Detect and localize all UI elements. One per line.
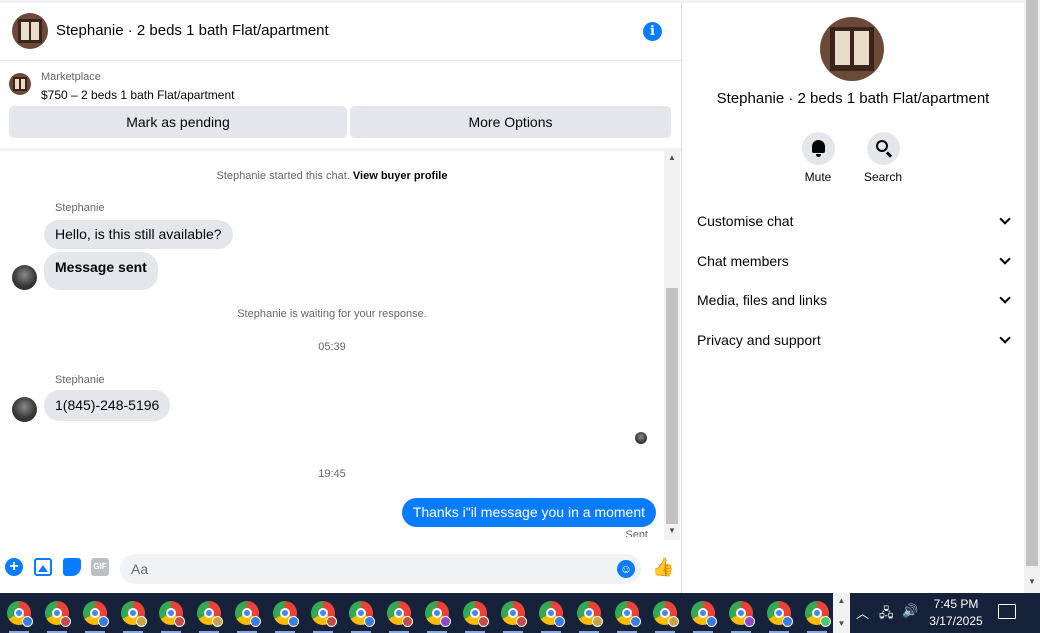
chevron-down-icon (999, 332, 1011, 344)
messenger-window: Stephanie · 2 beds 1 bath Flat/apartment… (0, 0, 1040, 593)
chrome-profile-icon[interactable] (119, 599, 147, 633)
marketplace-label: Marketplace (41, 71, 101, 83)
message-input[interactable]: Aa (120, 554, 641, 584)
chrome-profile-icon[interactable] (309, 599, 337, 633)
message-status: Sent (625, 529, 648, 537)
listing-price: $750 – 2 beds 1 bath Flat/apartment (41, 88, 235, 102)
marketplace-thumbnail (9, 73, 31, 95)
mute-label: Mute (804, 170, 832, 184)
chevron-down-icon (999, 213, 1011, 225)
search-label: Search (863, 170, 903, 184)
chrome-profile-icon[interactable] (537, 599, 565, 633)
chrome-profile-icon[interactable] (157, 599, 185, 633)
listing-avatar[interactable] (12, 13, 48, 49)
clock-time[interactable]: 7:45 PM (928, 597, 984, 611)
view-buyer-profile-link[interactable]: View buyer profile (353, 170, 448, 182)
thumbs-up-icon[interactable]: 👍 (652, 557, 674, 577)
chat-title[interactable]: Stephanie · 2 beds 1 bath Flat/apartment (56, 22, 329, 39)
chat-info-panel: Stephanie · 2 beds 1 bath Flat/apartment… (682, 3, 1024, 593)
notification-icon[interactable] (998, 604, 1016, 619)
mute-button[interactable]: Mute (798, 132, 838, 184)
network-icon[interactable]: 🖧 (879, 604, 894, 626)
chrome-profile-icon[interactable] (43, 599, 71, 633)
waiting-notice: Stephanie is waiting for your response. (237, 308, 427, 320)
chevron-down-icon (999, 253, 1011, 265)
chat-started-text: Stephanie started this chat. (216, 170, 350, 182)
menu-label: Chat members (697, 253, 789, 269)
menu-label: Media, files and links (697, 292, 827, 308)
timestamp: 05:39 (318, 341, 346, 353)
taskbar-scroller[interactable]: ▲ ▼ (833, 593, 850, 633)
plus-icon[interactable]: + (5, 558, 23, 576)
search-icon (875, 140, 888, 152)
incoming-message[interactable]: Message sent (44, 252, 158, 290)
seen-indicator-avatar (635, 432, 647, 444)
mark-as-pending-button[interactable]: Mark as pending (9, 106, 347, 138)
chrome-profile-icon[interactable] (651, 599, 679, 633)
menu-media-files-links[interactable]: Media, files and links (697, 292, 1011, 308)
chrome-profile-icon[interactable] (461, 599, 489, 633)
chat-column: Stephanie · 2 beds 1 bath Flat/apartment… (0, 3, 681, 593)
sender-name: Stephanie (55, 374, 105, 386)
menu-customise-chat[interactable]: Customise chat (697, 213, 1011, 229)
sender-avatar[interactable] (12, 397, 37, 422)
image-icon[interactable] (34, 558, 52, 576)
chrome-profile-icon[interactable] (271, 599, 299, 633)
bell-icon (811, 140, 825, 157)
panel-title: Stephanie · 2 beds 1 bath Flat/apartment (716, 90, 990, 107)
chrome-profile-icon[interactable] (689, 599, 717, 633)
timestamp: 19:45 (318, 468, 346, 480)
message-list: Stephanie started this chat. View buyer … (0, 151, 664, 537)
clock-date[interactable]: 3/17/2025 (928, 614, 984, 628)
chevron-down-icon[interactable]: ▼ (833, 619, 850, 628)
more-options-button[interactable]: More Options (350, 106, 671, 138)
chrome-profile-icon[interactable] (347, 599, 375, 633)
tray-expand-icon[interactable]: ︿ (856, 603, 869, 622)
chrome-profile-icon[interactable] (385, 599, 413, 633)
scroll-up-icon[interactable]: ▲ (664, 151, 680, 165)
chrome-profile-icon[interactable] (727, 599, 755, 633)
chrome-profile-icon[interactable] (765, 599, 793, 633)
incoming-message[interactable]: Hello, is this still available? (44, 220, 233, 249)
taskbar: ▲ ▼ ︿ 🖧 🔊 7:45 PM 3/17/2025 (0, 593, 1040, 633)
sender-name: Stephanie (55, 202, 105, 214)
page-scrollbar-thumb[interactable] (1026, 0, 1038, 566)
menu-chat-members[interactable]: Chat members (697, 253, 1011, 269)
menu-label: Customise chat (697, 213, 794, 229)
page-scroll-down-icon[interactable]: ▼ (1024, 577, 1040, 591)
chrome-profile-icon[interactable] (5, 599, 33, 633)
volume-icon[interactable]: 🔊 (902, 603, 918, 619)
scroll-down-icon[interactable]: ▼ (664, 524, 680, 538)
info-icon[interactable]: i (643, 22, 662, 41)
chat-started-notice: Stephanie started this chat. View buyer … (0, 170, 664, 182)
chrome-profile-icon[interactable] (803, 599, 831, 633)
menu-label: Privacy and support (697, 332, 821, 348)
search-button[interactable]: Search (863, 132, 903, 184)
chrome-profile-icon[interactable] (195, 599, 223, 633)
outgoing-message[interactable]: Thanks i"il message you in a moment (401, 498, 656, 527)
chrome-profile-icon[interactable] (233, 599, 261, 633)
marketplace-listing[interactable]: Marketplace $750 – 2 beds 1 bath Flat/ap… (0, 61, 681, 109)
sticker-icon[interactable] (63, 558, 81, 576)
incoming-message[interactable]: 1(845)-248-5196 (44, 390, 171, 421)
composer: + GIF Aa ☺ 👍 (0, 548, 681, 593)
panel-avatar[interactable] (820, 17, 884, 81)
chrome-profile-icon[interactable] (499, 599, 527, 633)
menu-privacy-support[interactable]: Privacy and support (697, 332, 1011, 348)
chat-scrollbar-thumb[interactable] (666, 288, 678, 524)
chat-header: Stephanie · 2 beds 1 bath Flat/apartment… (0, 3, 681, 61)
gif-icon[interactable]: GIF (91, 558, 109, 576)
chrome-profile-icon[interactable] (613, 599, 641, 633)
chevron-down-icon (999, 292, 1011, 304)
emoji-icon[interactable]: ☺ (617, 560, 635, 578)
chrome-profile-icon[interactable] (575, 599, 603, 633)
chrome-profile-icon[interactable] (423, 599, 451, 633)
chevron-up-icon[interactable]: ▲ (833, 596, 850, 605)
chrome-profile-icon[interactable] (81, 599, 109, 633)
sender-avatar[interactable] (12, 265, 37, 290)
